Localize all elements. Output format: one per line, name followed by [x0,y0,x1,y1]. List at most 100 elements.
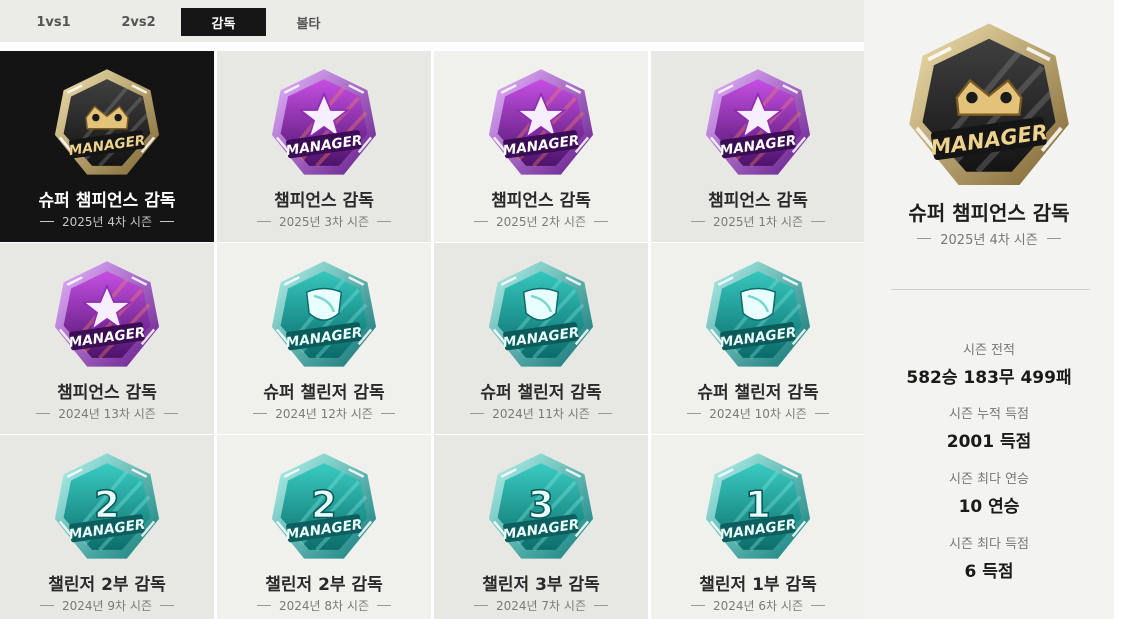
dash-line [687,413,702,414]
dash-line [40,605,55,606]
badge-card[interactable]: 2 MANAGER 챌린저 2부 감독 2024년 8차 시즌 [217,435,431,619]
dash-line [470,413,485,414]
dash-line [376,221,391,222]
badge-detail-panel: MANAGER 슈퍼 챔피언스 감독 2025년 4차 시즌 시즌 전적 582… [864,0,1114,619]
tab-1vs1[interactable]: 1vs1 [11,8,96,36]
detail-season: 2025년 4차 시즌 [864,229,1114,248]
dash-line [593,221,608,222]
stat-record-value: 582승 183무 499패 [906,368,1072,388]
badge-title: 챌린저 2부 감독 [48,575,166,595]
dash-line [474,221,489,222]
challenger-badge-icon: 1 MANAGER [696,447,820,571]
badge-card[interactable]: MANAGER 챔피언스 감독 2025년 1차 시즌 [651,51,865,242]
badge-season: 2024년 9차 시즌 [0,597,214,614]
dash-line [159,221,174,222]
badge-card[interactable]: MANAGER 챔피언스 감독 2024년 13차 시즌 [0,243,214,434]
dash-line [376,605,391,606]
badge-title: 챔피언스 감독 [57,383,157,403]
badge-card[interactable]: MANAGER 슈퍼 챌린저 감독 2024년 10차 시즌 [651,243,865,434]
dash-line [810,221,825,222]
badge-season: 2024년 8차 시즌 [217,597,431,614]
badge-title: 슈퍼 챌린저 감독 [263,383,385,403]
badge-card[interactable]: 3 MANAGER 챌린저 3부 감독 2024년 7차 시즌 [434,435,648,619]
badge-season-text: 2024년 13차 시즌 [58,407,156,421]
tab-manager[interactable]: 감독 [181,8,266,36]
badge-card[interactable]: 2 MANAGER 챌린저 2부 감독 2024년 9차 시즌 [0,435,214,619]
stat-win-streak-value: 10 연승 [958,497,1020,517]
badge-season-text: 2024년 6차 시즌 [713,599,803,613]
dash-line [917,238,932,239]
badge-season-text: 2024년 9차 시즌 [62,599,152,613]
badge-season-text: 2024년 11차 시즌 [492,407,590,421]
badge-title: 챔피언스 감독 [491,191,591,211]
shield-icon [739,287,777,321]
mode-tab-bar: 1vs1 2vs2 감독 볼타 [0,0,864,42]
shield-icon [305,287,343,321]
detail-title: 슈퍼 챔피언스 감독 [908,201,1070,225]
shield-icon [522,287,560,321]
dash-line [691,221,706,222]
window-edge [1114,0,1125,619]
dash-line [253,413,268,414]
badge-season-text: 2025년 2차 시즌 [496,215,586,229]
divider [891,289,1090,290]
badge-season-text: 2025년 4차 시즌 [62,215,152,229]
badge-season-text: 2025년 1차 시즌 [713,215,803,229]
champions-badge-icon: MANAGER [45,255,169,379]
stat-best-goals-value: 6 득점 [964,562,1014,582]
badge-season-text: 2025년 3차 시즌 [279,215,369,229]
badge-card[interactable]: MANAGER 슈퍼 챌린저 감독 2024년 11차 시즌 [434,243,648,434]
badge-season: 2025년 2차 시즌 [434,213,648,230]
badge-season-text: 2024년 8차 시즌 [279,599,369,613]
dash-line [810,605,825,606]
badge-season: 2025년 3차 시즌 [217,213,431,230]
badge-title: 챔피언스 감독 [708,191,808,211]
dash-line [593,605,608,606]
dash-line [159,605,174,606]
dash-line [163,413,178,414]
badge-card[interactable]: MANAGER 슈퍼 챌린저 감독 2024년 12차 시즌 [217,243,431,434]
dash-line [257,605,272,606]
dash-line [40,221,55,222]
challenger-badge-icon: 2 MANAGER [45,447,169,571]
selected-badge-image: MANAGER [894,14,1084,204]
badge-card[interactable]: MANAGER 챔피언스 감독 2025년 3차 시즌 [217,51,431,242]
dash-line [1046,238,1061,239]
stat-total-goals-value: 2001 득점 [946,432,1032,452]
stat-record-label: 시즌 전적 [963,343,1015,358]
badge-season: 2024년 6차 시즌 [651,597,865,614]
stat-best-goals-label: 시즌 최다 득점 [948,537,1030,552]
badge-title: 챔피언스 감독 [274,191,374,211]
champions-badge-icon: MANAGER [262,63,386,187]
badge-card[interactable]: MANAGER 슈퍼 챔피언스 감독 2025년 4차 시즌 [0,51,214,242]
super-challenger-badge-icon: MANAGER [479,255,603,379]
badge-season: 2024년 13차 시즌 [0,405,214,422]
badge-season: 2024년 12차 시즌 [217,405,431,422]
challenger-badge-icon: 2 MANAGER [262,447,386,571]
badge-season: 2024년 10차 시즌 [651,405,865,422]
dash-line [36,413,51,414]
stat-win-streak-label: 시즌 최다 연승 [948,472,1030,487]
champions-badge-icon: MANAGER [696,63,820,187]
badge-card[interactable]: MANAGER 챔피언스 감독 2025년 2차 시즌 [434,51,648,242]
badge-season-text: 2024년 12차 시즌 [275,407,373,421]
badge-grid: MANAGER 슈퍼 챔피언스 감독 2025년 4차 시즌 MANAGER 챔… [0,51,865,619]
badge-season: 2024년 7차 시즌 [434,597,648,614]
tab-volta[interactable]: 볼타 [266,8,351,36]
badge-season: 2025년 1차 시즌 [651,213,865,230]
dash-line [380,413,395,414]
detail-season-text: 2025년 4차 시즌 [940,233,1038,248]
dash-line [257,221,272,222]
super-challenger-badge-icon: MANAGER [696,255,820,379]
badge-title: 슈퍼 챔피언스 감독 [38,191,176,211]
badge-title: 챌린저 1부 감독 [699,575,817,595]
stat-total-goals-label: 시즌 누적 득점 [948,407,1030,422]
badge-season: 2024년 11차 시즌 [434,405,648,422]
badge-title: 슈퍼 챌린저 감독 [697,383,819,403]
dash-line [597,413,612,414]
badge-title: 챌린저 3부 감독 [482,575,600,595]
tab-2vs2[interactable]: 2vs2 [96,8,181,36]
dash-line [474,605,489,606]
badge-card[interactable]: 1 MANAGER 챌린저 1부 감독 2024년 6차 시즌 [651,435,865,619]
dash-line [814,413,829,414]
